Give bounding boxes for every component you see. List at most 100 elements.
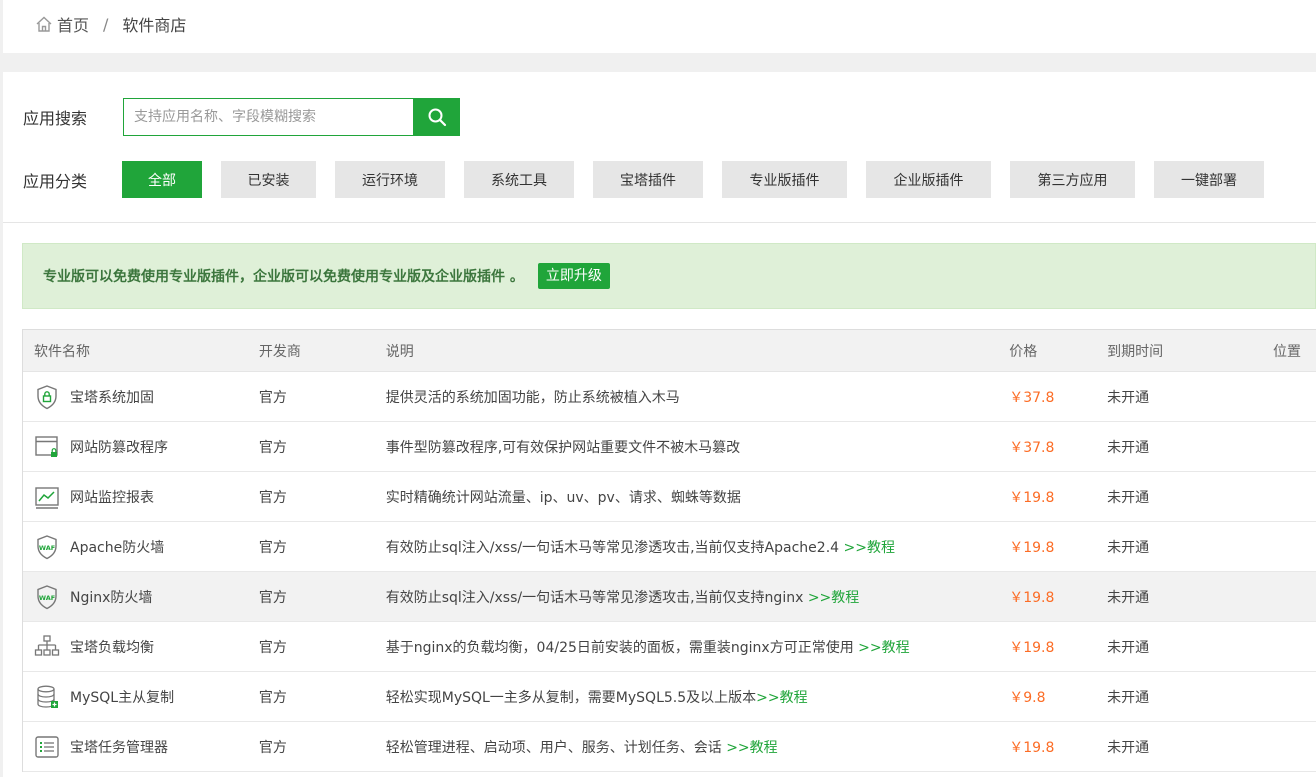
search-row: 应用搜索 — [23, 98, 460, 136]
header-expire: 到期时间 — [1107, 343, 1164, 360]
cell-expire: 未开通 — [1107, 689, 1150, 706]
waf-shield-icon: WAF — [37, 534, 57, 559]
waf-shield-icon: WAF — [37, 584, 57, 609]
cell-description: 提供灵活的系统加固功能，防止系统被植入木马 — [376, 387, 1000, 407]
breadcrumb: 首页 / 软件商店 — [35, 12, 186, 36]
header-description: 说明 — [385, 343, 414, 360]
tutorial-link[interactable]: >>教程 — [726, 740, 777, 756]
shield-lock-icon — [37, 384, 57, 409]
tutorial-link[interactable]: >>教程 — [858, 640, 909, 656]
software-table: 软件名称 开发商 说明 价格 到期时间 位置 宝塔系统加固 官方 提供灵活的系统… — [22, 329, 1316, 772]
category-tab-system-tools[interactable]: 系统工具 — [464, 161, 574, 198]
category-tab-one-click-deploy[interactable]: 一键部署 — [1154, 161, 1264, 198]
software-name: Nginx防火墙 — [70, 589, 153, 606]
software-name: Apache防火墙 — [70, 539, 165, 556]
tutorial-link[interactable]: >>教程 — [808, 590, 859, 606]
cell-expire: 未开通 — [1107, 539, 1150, 556]
cell-price: ￥19.8 — [1009, 639, 1055, 656]
cell-developer: 官方 — [258, 439, 287, 456]
cell-name: MySQL主从复制 — [23, 684, 249, 710]
cell-description: 轻松实现MySQL一主多从复制，需要MySQL5.5及以上版本>>教程 — [376, 687, 1000, 707]
category-tab-pro-plugins[interactable]: 专业版插件 — [722, 161, 847, 198]
tutorial-link[interactable]: >>教程 — [844, 540, 895, 556]
table-row[interactable]: 宝塔系统加固 官方 提供灵活的系统加固功能，防止系统被植入木马 ￥37.8 未开… — [23, 372, 1316, 422]
table-row[interactable]: WAF Apache防火墙 官方 有效防止sql注入/xss/一句话木马等常见渗… — [23, 522, 1316, 572]
software-name: 网站监控报表 — [70, 489, 154, 506]
cell-developer: 官方 — [258, 489, 287, 506]
network-tree-icon — [34, 634, 60, 656]
table-row[interactable]: 网站监控报表 官方 实时精确统计网站流量、ip、uv、pv、请求、蜘蛛等数据 ￥… — [23, 472, 1316, 522]
description-text: 轻松实现MySQL一主多从复制，需要MySQL5.5及以上版本 — [385, 689, 757, 706]
description-text: 轻松管理进程、启动项、用户、服务、计划任务、会话 — [385, 739, 727, 756]
cell-expire: 未开通 — [1107, 639, 1150, 656]
description-text: 实时精确统计网站流量、ip、uv、pv、请求、蜘蛛等数据 — [385, 489, 741, 506]
software-name: 宝塔任务管理器 — [70, 739, 168, 756]
upgrade-button[interactable]: 立即升级 — [537, 263, 610, 289]
search-button[interactable] — [413, 98, 460, 136]
table-row[interactable]: WAF Nginx防火墙 官方 有效防止sql注入/xss/一句话木马等常见渗透… — [23, 572, 1316, 622]
category-tab-installed[interactable]: 已安装 — [221, 161, 316, 198]
breadcrumb-separator: / — [103, 14, 109, 34]
description-text: 事件型防篡改程序,可有效保护网站重要文件不被木马篡改 — [385, 439, 741, 456]
search-label: 应用搜索 — [23, 109, 88, 128]
description-text: 提供灵活的系统加固功能，防止系统被植入木马 — [385, 389, 680, 406]
main-panel: 应用搜索 应用分类 全部 已安装 运行环境 系统工具 宝塔插件 专业版插件 企业… — [3, 72, 1316, 777]
cell-name: 宝塔负载均衡 — [23, 634, 249, 660]
search-input[interactable] — [123, 98, 413, 136]
cell-description: 轻松管理进程、启动项、用户、服务、计划任务、会话 >>教程 — [376, 737, 1000, 757]
cell-description: 事件型防篡改程序,可有效保护网站重要文件不被木马篡改 — [376, 437, 1000, 457]
monitor-chart-icon — [35, 486, 59, 509]
cell-price: ￥19.8 — [1009, 539, 1055, 556]
cell-developer: 官方 — [258, 689, 287, 706]
category-tab-all[interactable]: 全部 — [122, 161, 202, 198]
cell-name: 宝塔任务管理器 — [23, 734, 249, 760]
cell-description: 有效防止sql注入/xss/一句话木马等常见渗透攻击,当前仅支持Apache2.… — [376, 537, 1000, 557]
cell-developer: 官方 — [258, 639, 287, 656]
cell-price: ￥19.8 — [1009, 739, 1055, 756]
table-row[interactable]: 宝塔负载均衡 官方 基于nginx的负载均衡，04/25日前安装的面板，需重装n… — [23, 622, 1316, 672]
cell-expire: 未开通 — [1107, 389, 1150, 406]
header-developer: 开发商 — [258, 343, 301, 360]
table-row[interactable]: MySQL主从复制 官方 轻松实现MySQL一主多从复制，需要MySQL5.5及… — [23, 672, 1316, 722]
upgrade-notice: 专业版可以免费使用专业版插件，企业版可以免费使用专业版及企业版插件 。 立即升级 — [22, 243, 1316, 309]
breadcrumb-home[interactable]: 首页 — [57, 12, 89, 36]
software-name: 网站防篡改程序 — [70, 439, 168, 456]
svg-text:WAF: WAF — [39, 544, 55, 552]
cell-name: 网站防篡改程序 — [23, 434, 249, 460]
notice-text: 专业版可以免费使用专业版插件，企业版可以免费使用专业版及企业版插件 。 — [43, 269, 524, 285]
home-icon[interactable] — [35, 15, 53, 33]
software-name: 宝塔负载均衡 — [70, 639, 154, 656]
breadcrumb-current: 软件商店 — [122, 16, 187, 35]
table-header: 软件名称 开发商 说明 价格 到期时间 位置 — [23, 330, 1316, 372]
divider — [3, 222, 1316, 223]
cell-name: 网站监控报表 — [23, 484, 249, 510]
cell-price: ￥19.8 — [1009, 589, 1055, 606]
cell-expire: 未开通 — [1107, 589, 1150, 606]
category-row: 应用分类 全部 已安装 运行环境 系统工具 宝塔插件 专业版插件 企业版插件 第… — [23, 161, 1264, 198]
description-text: 有效防止sql注入/xss/一句话木马等常见渗透攻击,当前仅支持nginx — [385, 589, 808, 606]
tutorial-link[interactable]: >>教程 — [756, 690, 807, 706]
cell-expire: 未开通 — [1107, 439, 1150, 456]
table-row[interactable]: 宝塔任务管理器 官方 轻松管理进程、启动项、用户、服务、计划任务、会话 >>教程… — [23, 722, 1316, 772]
cell-expire: 未开通 — [1107, 739, 1150, 756]
cell-name: 宝塔系统加固 — [23, 384, 249, 410]
cell-price: ￥9.8 — [1009, 689, 1046, 706]
cell-developer: 官方 — [258, 389, 287, 406]
category-tab-enterprise-plugins[interactable]: 企业版插件 — [866, 161, 991, 198]
category-label: 应用分类 — [23, 171, 88, 191]
software-name: MySQL主从复制 — [70, 689, 175, 706]
cell-name: WAF Nginx防火墙 — [23, 584, 249, 610]
cell-price: ￥37.8 — [1009, 439, 1055, 456]
table-row[interactable]: 网站防篡改程序 官方 事件型防篡改程序,可有效保护网站重要文件不被木马篡改 ￥3… — [23, 422, 1316, 472]
cell-description: 有效防止sql注入/xss/一句话木马等常见渗透攻击,当前仅支持nginx >>… — [376, 587, 1000, 607]
category-tab-third-party[interactable]: 第三方应用 — [1010, 161, 1135, 198]
cell-expire: 未开通 — [1107, 489, 1150, 506]
cell-price: ￥37.8 — [1009, 389, 1055, 406]
cell-developer: 官方 — [258, 739, 287, 756]
cell-developer: 官方 — [258, 589, 287, 606]
cell-name: WAF Apache防火墙 — [23, 534, 249, 560]
cell-developer: 官方 — [258, 539, 287, 556]
task-list-icon — [35, 735, 59, 758]
category-tab-runtime[interactable]: 运行环境 — [335, 161, 445, 198]
category-tab-bt-plugins[interactable]: 宝塔插件 — [593, 161, 703, 198]
